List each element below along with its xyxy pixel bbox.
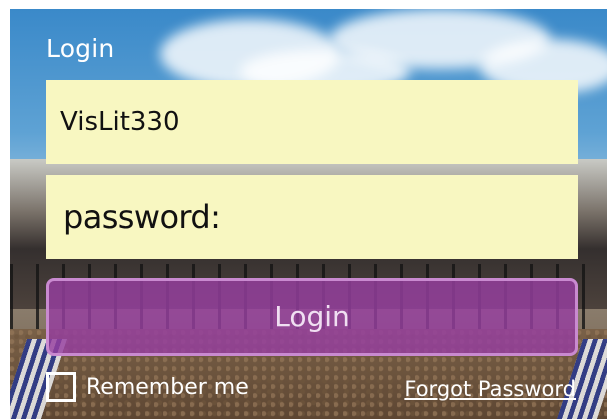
login-panel: Login Login Remember me Forgot Password: [0, 0, 607, 419]
login-button[interactable]: Login: [46, 278, 578, 356]
forgot-password-link[interactable]: Forgot Password: [404, 377, 576, 401]
remember-me-option[interactable]: Remember me: [46, 372, 249, 402]
remember-me-label[interactable]: Remember me: [86, 375, 249, 400]
remember-me-checkbox[interactable]: [46, 372, 76, 402]
password-input[interactable]: [46, 175, 578, 259]
login-heading: Login: [46, 34, 115, 63]
username-input[interactable]: [46, 80, 578, 164]
